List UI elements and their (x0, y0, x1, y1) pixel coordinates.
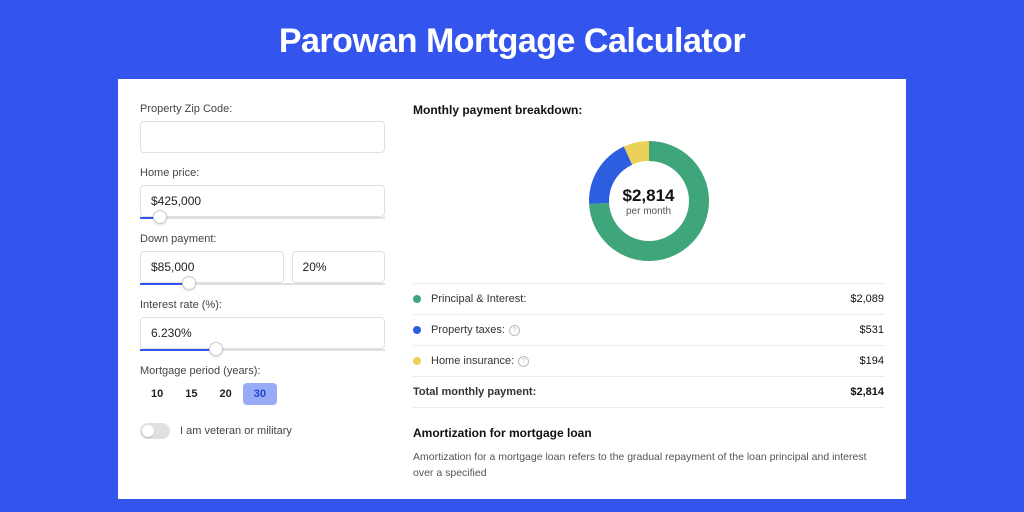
legend-dot (413, 295, 421, 303)
veteran-toggle[interactable] (140, 423, 170, 439)
amortization-section: Amortization for mortgage loan Amortizat… (413, 426, 884, 482)
legend-label: Home insurance:? (431, 355, 860, 367)
down-pct-input[interactable] (292, 251, 385, 283)
legend-value: $531 (860, 324, 884, 336)
legend-row: Property taxes:?$531 (413, 315, 884, 346)
veteran-field: I am veteran or military (140, 423, 385, 439)
down-label: Down payment: (140, 233, 385, 245)
rate-slider-thumb[interactable] (209, 342, 223, 356)
calculator-card: Property Zip Code: Home price: Down paym… (118, 79, 906, 499)
legend: Principal & Interest:$2,089Property taxe… (413, 283, 884, 408)
price-input[interactable] (140, 185, 385, 217)
legend-value: $194 (860, 355, 884, 367)
down-field: Down payment: (140, 233, 385, 285)
zip-label: Property Zip Code: (140, 103, 385, 115)
period-label: Mortgage period (years): (140, 365, 385, 377)
price-slider-thumb[interactable] (153, 210, 167, 224)
legend-total-row: Total monthly payment:$2,814 (413, 377, 884, 408)
legend-dot (413, 357, 421, 365)
zip-field: Property Zip Code: (140, 103, 385, 153)
legend-row: Principal & Interest:$2,089 (413, 284, 884, 315)
zip-input[interactable] (140, 121, 385, 153)
period-button-30[interactable]: 30 (243, 383, 277, 405)
legend-dot (413, 326, 421, 334)
info-icon[interactable]: ? (509, 325, 520, 336)
legend-total-value: $2,814 (850, 386, 884, 398)
breakdown-column: Monthly payment breakdown: $2,814 per mo… (413, 103, 884, 499)
down-slider[interactable] (140, 283, 385, 285)
donut-amount: $2,814 (623, 186, 675, 206)
donut-chart-wrap: $2,814 per month (413, 131, 884, 283)
legend-value: $2,089 (850, 293, 884, 305)
down-input[interactable] (140, 251, 284, 283)
legend-label: Principal & Interest: (431, 293, 850, 305)
period-button-20[interactable]: 20 (209, 383, 243, 405)
amortization-text: Amortization for a mortgage loan refers … (413, 450, 884, 482)
rate-slider[interactable] (140, 349, 385, 351)
legend-row: Home insurance:?$194 (413, 346, 884, 377)
legend-label: Property taxes:? (431, 324, 860, 336)
page-title: Parowan Mortgage Calculator (0, 0, 1024, 79)
price-label: Home price: (140, 167, 385, 179)
info-icon[interactable]: ? (518, 356, 529, 367)
price-slider[interactable] (140, 217, 385, 219)
donut-sub: per month (626, 206, 671, 217)
period-button-group: 10152030 (140, 383, 385, 405)
form-column: Property Zip Code: Home price: Down paym… (140, 103, 385, 499)
legend-total-label: Total monthly payment: (413, 386, 850, 398)
rate-field: Interest rate (%): (140, 299, 385, 351)
amortization-title: Amortization for mortgage loan (413, 426, 884, 440)
donut-chart: $2,814 per month (585, 137, 713, 265)
price-field: Home price: (140, 167, 385, 219)
rate-input[interactable] (140, 317, 385, 349)
period-button-10[interactable]: 10 (140, 383, 174, 405)
period-field: Mortgage period (years): 10152030 (140, 365, 385, 405)
period-button-15[interactable]: 15 (174, 383, 208, 405)
veteran-label: I am veteran or military (180, 425, 292, 437)
rate-label: Interest rate (%): (140, 299, 385, 311)
breakdown-title: Monthly payment breakdown: (413, 103, 884, 117)
down-slider-thumb[interactable] (182, 276, 196, 290)
